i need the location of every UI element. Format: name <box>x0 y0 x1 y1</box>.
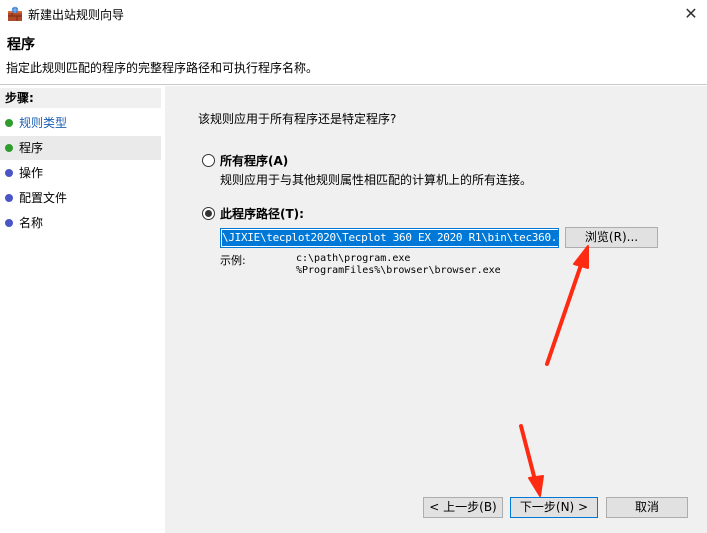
sidebar-item-label: 规则类型 <box>19 116 68 130</box>
example-line: %ProgramFiles%\browser\browser.exe <box>296 265 501 276</box>
cancel-button-label: 取消 <box>634 500 659 514</box>
main-panel: 该规则应用于所有程序还是特定程序? 所有程序(A) 规则应用于与其他规则属性相匹… <box>165 86 707 533</box>
step-status-icon <box>5 144 13 152</box>
step-status-icon <box>5 194 13 202</box>
steps-label: 步骤: <box>0 88 161 108</box>
all-programs-description: 规则应用于与其他规则属性相匹配的计算机上的所有连接。 <box>220 173 533 187</box>
page-title: 程序 <box>7 37 35 53</box>
question-text: 该规则应用于所有程序还是特定程序? <box>198 112 397 126</box>
all-programs-radio[interactable] <box>202 154 215 167</box>
close-button[interactable]: ✕ <box>681 4 701 24</box>
sidebar-item-program[interactable]: 程序 <box>0 136 161 160</box>
program-path-input[interactable]: \JIXIE\tecplot2020\Tecplot 360 EX 2020 R… <box>220 228 559 248</box>
sidebar-item-label: 配置文件 <box>19 191 68 205</box>
steps-sidebar: 步骤: 规则类型 程序 操作 配置文件 名称 <box>0 86 161 533</box>
sidebar-item-action[interactable]: 操作 <box>0 161 161 185</box>
browse-button[interactable]: 浏览(R)... <box>565 227 658 248</box>
browse-button-label: 浏览(R)... <box>584 230 639 244</box>
cancel-button[interactable]: 取消 <box>606 497 688 518</box>
close-icon: ✕ <box>684 4 698 23</box>
example-label: 示例: <box>220 254 246 267</box>
this-program-radio[interactable] <box>202 207 215 220</box>
sidebar-item-name[interactable]: 名称 <box>0 211 161 235</box>
firewall-icon <box>8 6 22 21</box>
program-path-value: \JIXIE\tecplot2020\Tecplot 360 EX 2020 R… <box>222 230 558 246</box>
sidebar-item-label: 名称 <box>19 216 44 230</box>
header-divider <box>0 84 707 85</box>
title-bar: 新建出站规则向导 ✕ <box>0 0 707 28</box>
sidebar-item-label: 程序 <box>19 141 44 155</box>
next-button[interactable]: 下一步(N) > <box>510 497 598 518</box>
example-line: c:\path\program.exe <box>296 253 411 264</box>
sidebar-item-profile[interactable]: 配置文件 <box>0 186 161 210</box>
next-button-label: 下一步(N) > <box>519 500 589 514</box>
step-status-icon <box>5 169 13 177</box>
step-status-icon <box>5 219 13 227</box>
window-title: 新建出站规则向导 <box>28 8 125 22</box>
back-button[interactable]: < 上一步(B) <box>423 497 503 518</box>
this-program-label[interactable]: 此程序路径(T): <box>220 205 304 222</box>
step-status-icon <box>5 119 13 127</box>
sidebar-item-rule-type[interactable]: 规则类型 <box>0 111 161 135</box>
sidebar-item-label: 操作 <box>19 166 44 180</box>
back-button-label: < 上一步(B) <box>429 500 497 514</box>
all-programs-label[interactable]: 所有程序(A) <box>220 152 288 169</box>
page-description: 指定此规则匹配的程序的完整程序路径和可执行程序名称。 <box>6 61 319 75</box>
